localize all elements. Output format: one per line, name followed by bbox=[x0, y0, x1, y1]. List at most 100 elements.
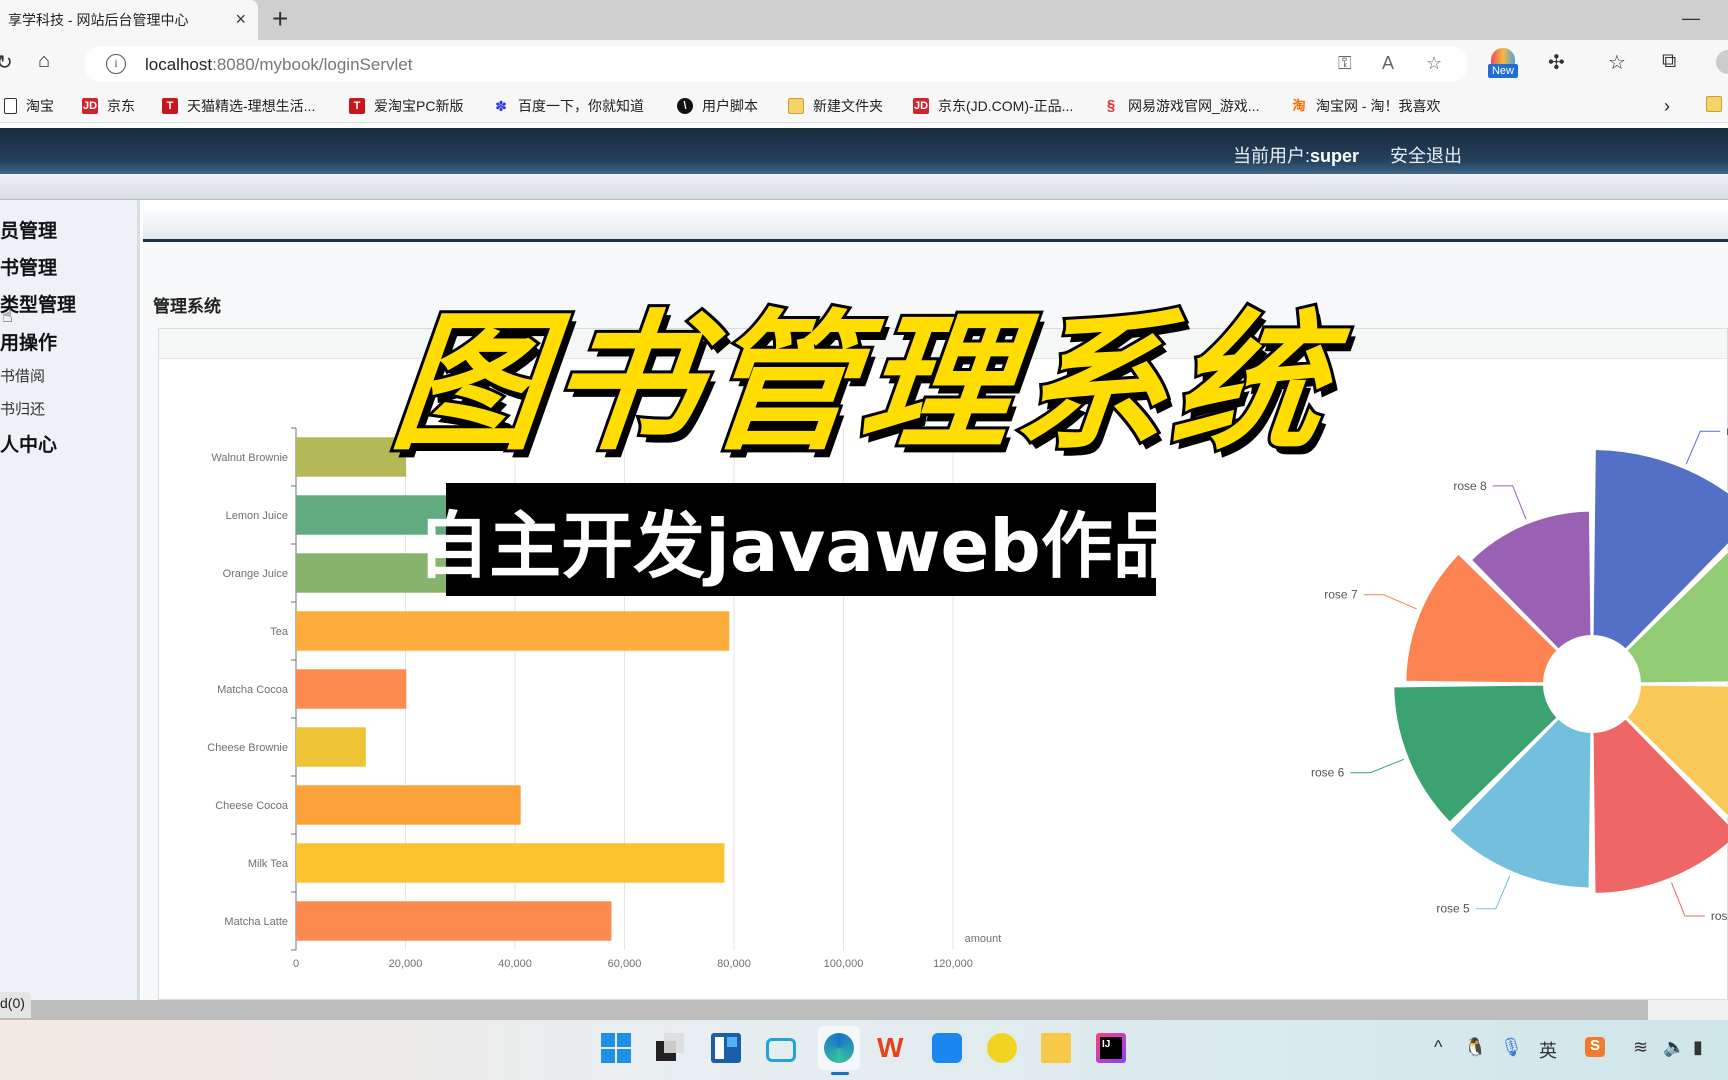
rose-label-line bbox=[1671, 882, 1705, 917]
bookmark-item[interactable]: T 天猫精选-理想生活... bbox=[162, 96, 315, 116]
bookmark-item[interactable]: 淘宝 bbox=[4, 96, 54, 116]
rose-label: rose 7 bbox=[1324, 588, 1358, 602]
wps-icon[interactable]: W bbox=[877, 1033, 907, 1063]
refresh-icon[interactable]: ↻ bbox=[0, 50, 13, 75]
new-feature-badge[interactable]: New bbox=[1488, 48, 1518, 80]
logout-link[interactable]: 安全退出 bbox=[1390, 142, 1462, 168]
x-tick-label: 100,000 bbox=[824, 958, 864, 970]
bookmark-label: 淘宝 bbox=[26, 98, 54, 114]
bookmark-label: 百度一下，你就知道 bbox=[518, 98, 644, 114]
bookmarks-overflow-chevron-icon[interactable]: › bbox=[1664, 96, 1670, 117]
current-user-name: super bbox=[1310, 146, 1360, 166]
qq-icon[interactable]: 🐧 bbox=[1464, 1037, 1486, 1058]
page-title: 管理系统 bbox=[153, 297, 221, 316]
sogou-ime-icon[interactable]: S bbox=[1585, 1037, 1605, 1057]
bookmark-label: 用户脚本 bbox=[702, 98, 758, 114]
windows-start-icon[interactable] bbox=[601, 1033, 631, 1063]
folder-icon bbox=[1706, 96, 1722, 112]
current-user-label: 当前用户: bbox=[1233, 146, 1311, 166]
info-icon[interactable]: i bbox=[106, 54, 126, 74]
horizontal-scrollbar[interactable] bbox=[0, 1000, 1728, 1020]
x-tick-label: 20,000 bbox=[389, 958, 423, 970]
header-subbar bbox=[0, 174, 1728, 200]
sidebar-item-book-return[interactable]: 书归还 bbox=[0, 398, 45, 419]
x-tick-label: 0 bbox=[293, 958, 299, 970]
widgets-icon[interactable] bbox=[711, 1033, 741, 1063]
microphone-icon[interactable]: 🎙 bbox=[1500, 1037, 1523, 1058]
bookmark-item[interactable]: JD 京东(JD.COM)-正品... bbox=[913, 96, 1073, 116]
y-category-label: Orange Juice bbox=[223, 568, 288, 580]
bookmark-item[interactable]: 新建文件夹 bbox=[788, 96, 883, 116]
y-category-label: Tea bbox=[270, 626, 289, 638]
overlay-subtitle: 自主开发javaweb作品 bbox=[417, 483, 1185, 596]
bookmark-label: 天猫精选-理想生活... bbox=[187, 98, 316, 114]
bookmark-item[interactable]: \ 用户脚本 bbox=[677, 96, 758, 116]
rose-label-line bbox=[1492, 485, 1527, 520]
sidebar-item-personal-center[interactable]: 人中心 bbox=[0, 430, 57, 457]
bookmark-item[interactable]: T 爱淘宝PC新版 bbox=[349, 96, 463, 116]
tray-overflow-chevron-icon[interactable]: ^ bbox=[1434, 1037, 1442, 1058]
tab-title: 享学科技 - 网站后台管理中心 bbox=[8, 12, 189, 28]
profile-avatar[interactable] bbox=[1716, 50, 1728, 74]
scrollbar-track-end bbox=[1648, 1000, 1728, 1020]
rose-label-line bbox=[1350, 758, 1404, 774]
rose-label-line bbox=[1363, 594, 1417, 610]
rose-label: rose 5 bbox=[1436, 902, 1470, 916]
rose-label: rose 4 bbox=[1711, 909, 1728, 923]
y-category-label: Matcha Cocoa bbox=[217, 684, 289, 696]
y-category-label: Cheese Cocoa bbox=[215, 800, 289, 812]
sidebar-item-book-borrow[interactable]: 书借阅 bbox=[0, 365, 45, 386]
url-host: localhost bbox=[145, 55, 213, 74]
bar bbox=[296, 785, 521, 825]
jd-icon: JD bbox=[82, 98, 98, 114]
other-favorites-folder[interactable] bbox=[1706, 96, 1728, 112]
battery-icon[interactable]: ▮ bbox=[1693, 1037, 1703, 1058]
y-category-label: Cheese Brownie bbox=[207, 742, 288, 754]
task-view-icon[interactable] bbox=[656, 1033, 686, 1063]
sidebar-item-common-operations[interactable]: 用操作 bbox=[0, 328, 57, 355]
qq-music-icon[interactable] bbox=[987, 1033, 1017, 1063]
content-tab-strip bbox=[143, 210, 1728, 242]
bookmark-item[interactable]: JD 京东 bbox=[82, 96, 135, 116]
edge-icon[interactable] bbox=[818, 1026, 860, 1075]
rose-label-line bbox=[1685, 430, 1721, 465]
app-header: 当前用户:super 安全退出 bbox=[0, 128, 1728, 174]
bookmark-label: 淘宝网 - 淘！我喜欢 bbox=[1316, 98, 1441, 114]
hand-cursor-icon: ☝ bbox=[2, 306, 13, 326]
extensions-icon[interactable]: ✣ bbox=[1548, 50, 1565, 75]
tmall-icon: T bbox=[162, 98, 178, 114]
favorites-icon[interactable]: ☆ bbox=[1608, 50, 1626, 75]
tmall-icon: T bbox=[349, 98, 365, 114]
bookmark-label: 新建文件夹 bbox=[813, 98, 883, 114]
overlay-title: 图书管理系统 bbox=[381, 294, 1341, 474]
tab-close-icon[interactable]: × bbox=[235, 9, 246, 30]
bookmark-item[interactable]: ✽ 百度一下，你就知道 bbox=[493, 96, 644, 116]
ime-indicator[interactable]: 英 bbox=[1539, 1037, 1557, 1063]
bookmark-item[interactable]: 淘淘宝网 - 淘！我喜欢 bbox=[1291, 96, 1440, 116]
browser-toolbar: ↻ ⌂ i localhost:8080/mybook/loginServlet… bbox=[0, 40, 1728, 88]
intellij-icon[interactable]: IJ bbox=[1096, 1033, 1126, 1063]
add-favorite-icon[interactable]: ☆ bbox=[1426, 53, 1442, 74]
rose-label: rose 8 bbox=[1453, 479, 1487, 493]
page-icon bbox=[4, 98, 17, 114]
sidebar-item-book-management[interactable]: 书管理 bbox=[0, 253, 57, 280]
collections-icon[interactable]: ⧉ bbox=[1662, 50, 1676, 73]
sidebar: 员管理 书管理 类型管理 用操作 书借阅 书归还 人中心 ☝ bbox=[0, 200, 140, 1000]
read-aloud-icon[interactable]: A bbox=[1382, 53, 1394, 74]
url-text[interactable]: localhost:8080/mybook/loginServlet bbox=[145, 55, 412, 75]
minimize-button[interactable]: — bbox=[1682, 8, 1700, 29]
folder-icon bbox=[788, 98, 804, 114]
key-icon[interactable]: ⚿ bbox=[1338, 53, 1352, 74]
home-icon[interactable]: ⌂ bbox=[38, 50, 50, 73]
sidebar-item-staff-management[interactable]: 员管理 bbox=[0, 216, 57, 243]
address-bar[interactable]: i localhost:8080/mybook/loginServlet ⚿ A… bbox=[84, 46, 1468, 82]
bilibili-icon[interactable] bbox=[766, 1038, 796, 1062]
file-explorer-icon[interactable] bbox=[1041, 1033, 1071, 1063]
feishu-icon[interactable] bbox=[932, 1033, 962, 1063]
tab-active[interactable]: 享学科技 - 网站后台管理中心 × bbox=[0, 0, 258, 40]
volume-icon[interactable]: 🔈 bbox=[1663, 1037, 1685, 1058]
status-chip: d(0) bbox=[0, 992, 31, 1018]
new-tab-button[interactable]: + bbox=[272, 4, 288, 34]
bookmark-item[interactable]: § 网易游戏官网_游戏... bbox=[1103, 96, 1260, 116]
wifi-icon[interactable]: ≋ bbox=[1633, 1037, 1648, 1058]
